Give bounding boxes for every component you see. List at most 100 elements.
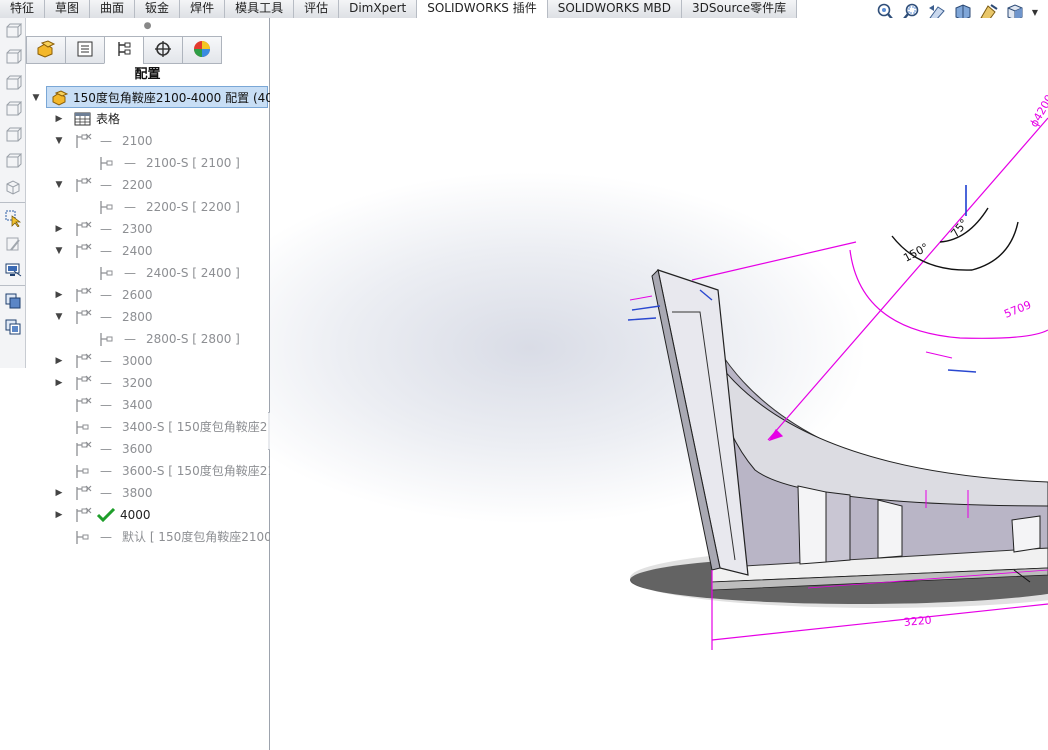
chevron-right-icon[interactable]: ▶ <box>54 108 64 130</box>
configuration-label: 2100-S [ 2100 ] <box>146 156 240 170</box>
chevron-right-icon[interactable]: ▶ <box>54 350 64 372</box>
panel-grip-handle[interactable]: ● <box>26 18 269 36</box>
configuration-item[interactable]: ▼ — 2100 <box>26 130 269 152</box>
view-right-icon[interactable] <box>0 96 26 122</box>
configuration-icon <box>74 309 92 325</box>
configuration-manager-panel: ● 配置 ▼ 150度包角鞍座2100-4000 配置 (40 ▶ 表格 ▼ — 2… <box>26 18 275 750</box>
derived-configuration-item[interactable]: — 2800-S [ 2800 ] <box>26 328 269 350</box>
configuration-label: 默认 [ 150度包角鞍座2100 <box>122 530 272 544</box>
configuration-item[interactable]: ▶ — 2600 <box>26 284 269 306</box>
property-manager-icon <box>76 40 94 61</box>
chevron-right-icon[interactable]: ▶ <box>54 504 64 526</box>
derived-configuration-item[interactable]: — 2200-S [ 2200 ] <box>26 196 269 218</box>
tab-4[interactable]: 焊件 <box>180 0 226 18</box>
tree-dash: — <box>100 354 112 368</box>
view-top-icon[interactable] <box>0 122 26 148</box>
configuration-icon <box>74 529 92 545</box>
graphics-area[interactable]: ϕ4200 150° 75° 5709 3220 <box>270 18 1048 750</box>
configuration-item[interactable]: ▶ — 3000 <box>26 350 269 372</box>
tree-dash: — <box>100 486 112 500</box>
tree-dash: — <box>100 222 112 236</box>
configuration-icon <box>74 243 92 259</box>
chevron-right-icon[interactable]: ▶ <box>54 482 64 504</box>
derived-configuration-item[interactable]: — 2100-S [ 2100 ] <box>26 152 269 174</box>
tree-dash: — <box>100 134 112 148</box>
separator <box>0 202 25 203</box>
configuration-icon <box>74 221 92 237</box>
configuration-item[interactable]: ▶ — 3800 <box>26 482 269 504</box>
angle-150-text[interactable]: 150° <box>901 241 931 265</box>
chevron-right-icon[interactable]: ▶ <box>54 218 64 240</box>
angle-75-text[interactable]: 75° <box>948 217 970 240</box>
configuration-icon <box>98 155 116 171</box>
tab-8[interactable]: SOLIDWORKS 插件 <box>417 0 548 18</box>
configuration-item[interactable]: ▼ — 2200 <box>26 174 269 196</box>
view-front-icon[interactable] <box>0 18 26 44</box>
active-check-icon <box>96 507 116 523</box>
configuration-item[interactable]: — 3400 <box>26 394 269 416</box>
tables-folder-item[interactable]: ▶ 表格 <box>26 108 269 130</box>
chevron-right-icon[interactable]: ▶ <box>54 284 64 306</box>
tree-dash: — <box>124 156 136 170</box>
tree-dash: — <box>100 310 112 324</box>
display-pane-icon[interactable] <box>0 257 26 283</box>
chevron-down-icon[interactable]: ▼ <box>54 306 64 328</box>
root-configuration-item[interactable]: ▼ 150度包角鞍座2100-4000 配置 (40 <box>33 86 273 108</box>
configuration-icon <box>74 507 92 523</box>
derived-configuration-item[interactable]: — 3400-S [ 150度包角鞍座21 <box>26 416 275 438</box>
rib-3 <box>1011 515 1041 553</box>
chevron-down-icon[interactable]: ▼ <box>54 240 64 262</box>
arc-length-text[interactable]: 5709 <box>1002 298 1033 321</box>
configuration-label: 3600 <box>122 442 153 456</box>
configuration-item[interactable]: ▶ 4000 <box>26 504 269 526</box>
chevron-down-icon[interactable]: ▼ <box>31 87 41 109</box>
tab-9[interactable]: SOLIDWORKS MBD <box>547 0 683 18</box>
configuration-item[interactable]: — 3600 <box>26 438 269 460</box>
copy-settings-icon[interactable] <box>0 288 26 314</box>
configuration-manager-tab[interactable] <box>104 36 144 64</box>
configuration-item[interactable]: ▶ — 3200 <box>26 372 269 394</box>
configuration-icon <box>98 199 116 215</box>
manager-tabs <box>26 36 269 64</box>
configuration-icon <box>74 375 92 391</box>
feature-manager-tab[interactable] <box>26 36 66 64</box>
configuration-item[interactable]: ▼ — 2800 <box>26 306 269 328</box>
select-icon[interactable] <box>0 205 26 231</box>
tab-7[interactable]: DimXpert <box>339 0 418 18</box>
tab-3[interactable]: 钣金 <box>135 0 181 18</box>
diameter-dimension-text[interactable]: ϕ4200 <box>1027 92 1048 129</box>
configuration-item[interactable]: ▶ — 2300 <box>26 218 269 240</box>
paste-settings-icon[interactable] <box>0 314 26 340</box>
length-dimension-text[interactable]: 3220 <box>903 614 932 629</box>
chevron-right-icon[interactable]: ▶ <box>54 372 64 394</box>
tab-5[interactable]: 模具工具 <box>225 0 295 18</box>
tree-dash: — <box>100 376 112 390</box>
configuration-label: 2800-S [ 2800 ] <box>146 332 240 346</box>
configuration-label: 2200 <box>122 178 153 192</box>
derived-configuration-item[interactable]: — 默认 [ 150度包角鞍座2100 <box>26 526 272 548</box>
tree-dash: — <box>100 178 112 192</box>
view-left-icon[interactable] <box>0 70 26 96</box>
model-view[interactable]: ϕ4200 150° 75° 5709 3220 <box>270 18 1048 750</box>
configuration-icon <box>98 265 116 281</box>
edit-appearance-icon[interactable] <box>0 231 26 257</box>
configuration-item[interactable]: ▼ — 2400 <box>26 240 269 262</box>
tab-10[interactable]: 3DSource零件库 <box>682 0 798 18</box>
tab-6[interactable]: 评估 <box>294 0 340 18</box>
tables-folder-label: 表格 <box>96 112 121 126</box>
display-manager-tab[interactable] <box>182 36 222 64</box>
derived-configuration-item[interactable]: — 2400-S [ 2400 ] <box>26 262 269 284</box>
view-iso-icon[interactable] <box>0 174 26 200</box>
derived-configuration-item[interactable]: — 3600-S [ 150度包角鞍座21 <box>26 460 275 482</box>
property-manager-tab[interactable] <box>65 36 105 64</box>
chevron-down-icon[interactable]: ▼ <box>54 130 64 152</box>
tab-2[interactable]: 曲面 <box>90 0 136 18</box>
view-back-icon[interactable] <box>0 44 26 70</box>
tab-1[interactable]: 草图 <box>45 0 91 18</box>
view-bottom-icon[interactable] <box>0 148 26 174</box>
root-configuration-label: 150度包角鞍座2100-4000 配置 (40 <box>73 91 273 105</box>
dimxpert-manager-tab[interactable] <box>143 36 183 64</box>
configuration-label: 3400-S [ 150度包角鞍座21 <box>122 420 275 434</box>
tab-0[interactable]: 特征 <box>0 0 46 18</box>
chevron-down-icon[interactable]: ▼ <box>54 174 64 196</box>
